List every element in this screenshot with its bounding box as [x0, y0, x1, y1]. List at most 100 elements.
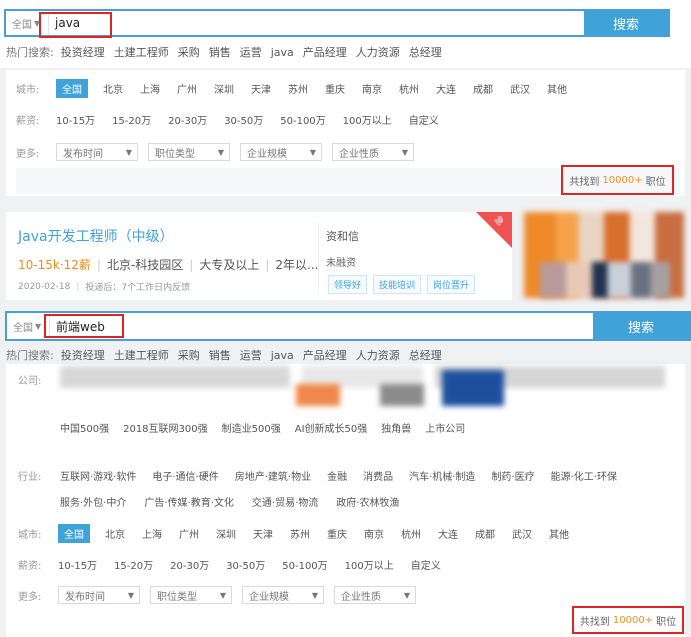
- industry-option[interactable]: 广告·传媒·教育·文化: [144, 494, 234, 509]
- salary-option[interactable]: 50-100万: [280, 112, 325, 127]
- city-option[interactable]: 杭州: [401, 526, 421, 541]
- city-option[interactable]: 深圳: [214, 81, 234, 96]
- publish-time-dropdown[interactable]: 发布时间 ▼: [58, 586, 140, 604]
- salary-option[interactable]: 20-30万: [170, 557, 209, 572]
- company-type-option[interactable]: 2018互联网300强: [123, 420, 208, 435]
- hot-keyword[interactable]: 运营: [240, 44, 262, 60]
- bottom-city-label: 全国: [13, 322, 33, 334]
- company-type-option[interactable]: 上市公司: [425, 420, 465, 435]
- hot-keyword[interactable]: java: [271, 349, 294, 362]
- city-option[interactable]: 天津: [253, 526, 273, 541]
- salary-option[interactable]: 100万以上: [345, 557, 394, 572]
- salary-option[interactable]: 15-20万: [112, 112, 151, 127]
- blurred-logo-orange: [296, 384, 340, 406]
- city-option[interactable]: 广州: [177, 81, 197, 96]
- publish-time-dropdown[interactable]: 发布时间 ▼: [56, 143, 138, 161]
- city-option[interactable]: 成都: [473, 81, 493, 96]
- company-size-dropdown[interactable]: 企业规模 ▼: [242, 586, 324, 604]
- company-name[interactable]: 资和信: [326, 228, 359, 244]
- found-number: 10000+: [602, 174, 643, 186]
- hot-keyword[interactable]: 人力资源: [356, 347, 400, 363]
- hot-keyword[interactable]: java: [271, 46, 294, 59]
- city-option[interactable]: 北京: [105, 526, 125, 541]
- city-option[interactable]: 深圳: [216, 526, 236, 541]
- hot-keyword[interactable]: 产品经理: [303, 44, 347, 60]
- city-option[interactable]: 苏州: [288, 81, 308, 96]
- city-option[interactable]: 南京: [364, 526, 384, 541]
- city-option[interactable]: 上海: [142, 526, 162, 541]
- top-search-button[interactable]: 搜索: [584, 11, 668, 35]
- job-title[interactable]: Java开发工程师（中级）: [18, 226, 174, 246]
- industry-option[interactable]: 服务·外包·中介: [60, 494, 126, 509]
- salary-option[interactable]: 自定义: [409, 112, 439, 127]
- hot-keyword[interactable]: 产品经理: [303, 347, 347, 363]
- dropdown-label: 企业规模: [247, 148, 287, 160]
- company-type-option[interactable]: AI创新成长50强: [295, 420, 368, 435]
- salary-option[interactable]: 20-30万: [168, 112, 207, 127]
- company-size-dropdown[interactable]: 企业规模 ▼: [240, 143, 322, 161]
- industry-option[interactable]: 金融: [327, 468, 347, 483]
- industry-option[interactable]: 交通·贸易·物流: [252, 494, 318, 509]
- hot-keyword[interactable]: 土建工程师: [114, 347, 169, 363]
- city-option[interactable]: 广州: [179, 526, 199, 541]
- dropdown-label: 职位类型: [155, 148, 195, 160]
- city-option[interactable]: 大连: [436, 81, 456, 96]
- company-type-option[interactable]: 制造业500强: [222, 420, 281, 435]
- city-option-active[interactable]: 全国: [58, 524, 90, 543]
- company-type-option[interactable]: 中国500强: [60, 420, 109, 435]
- salary-option[interactable]: 自定义: [411, 557, 441, 572]
- city-option[interactable]: 南京: [362, 81, 382, 96]
- industry-option[interactable]: 能源·化工·环保: [551, 468, 617, 483]
- salary-option[interactable]: 50-100万: [282, 557, 327, 572]
- top-search-input[interactable]: java: [48, 11, 584, 35]
- industry-option[interactable]: 汽车·机械·制造: [409, 468, 475, 483]
- hot-keyword[interactable]: 销售: [209, 347, 231, 363]
- divider: |: [189, 257, 194, 272]
- city-filter-label: 城市:: [16, 85, 40, 96]
- job-type-dropdown[interactable]: 职位类型 ▼: [150, 586, 232, 604]
- city-option[interactable]: 重庆: [325, 81, 345, 96]
- salary-option[interactable]: 10-15万: [56, 112, 95, 127]
- company-nature-dropdown[interactable]: 企业性质 ▼: [334, 586, 416, 604]
- salary-option[interactable]: 10-15万: [58, 557, 97, 572]
- company-type-option[interactable]: 独角兽: [381, 420, 411, 435]
- industry-option[interactable]: 房地产·建筑·物业: [235, 468, 311, 483]
- hot-keyword[interactable]: 总经理: [409, 347, 442, 363]
- city-option-active[interactable]: 全国: [56, 79, 88, 98]
- industry-option[interactable]: 互联网·游戏·软件: [60, 468, 136, 483]
- salary-option[interactable]: 100万以上: [343, 112, 392, 127]
- city-option[interactable]: 其他: [549, 526, 569, 541]
- industry-option[interactable]: 消费品: [363, 468, 393, 483]
- salary-option[interactable]: 30-50万: [224, 112, 263, 127]
- hot-keyword[interactable]: 销售: [209, 44, 231, 60]
- bottom-search-button[interactable]: 搜索: [593, 313, 689, 339]
- hot-keyword[interactable]: 采购: [178, 347, 200, 363]
- hot-keyword[interactable]: 总经理: [409, 44, 442, 60]
- city-option[interactable]: 其他: [547, 81, 567, 96]
- job-type-dropdown[interactable]: 职位类型 ▼: [148, 143, 230, 161]
- hot-keyword[interactable]: 投资经理: [61, 44, 105, 60]
- city-option[interactable]: 武汉: [510, 81, 530, 96]
- hot-keyword[interactable]: 运营: [240, 347, 262, 363]
- city-option[interactable]: 成都: [475, 526, 495, 541]
- hot-keyword[interactable]: 投资经理: [61, 347, 105, 363]
- city-option[interactable]: 重庆: [327, 526, 347, 541]
- industry-option[interactable]: 电子·通信·硬件: [152, 468, 218, 483]
- hot-keyword[interactable]: 人力资源: [356, 44, 400, 60]
- city-option[interactable]: 大连: [438, 526, 458, 541]
- city-option[interactable]: 北京: [103, 81, 123, 96]
- salary-option[interactable]: 30-50万: [226, 557, 265, 572]
- hot-keyword[interactable]: 采购: [178, 44, 200, 60]
- hot-keyword[interactable]: 土建工程师: [114, 44, 169, 60]
- industry-option[interactable]: 政府·农林牧渔: [336, 494, 399, 509]
- city-option[interactable]: 苏州: [290, 526, 310, 541]
- industry-option[interactable]: 制药·医疗: [491, 468, 534, 483]
- company-nature-dropdown[interactable]: 企业性质 ▼: [332, 143, 414, 161]
- city-option[interactable]: 武汉: [512, 526, 532, 541]
- city-option[interactable]: 杭州: [399, 81, 419, 96]
- bottom-search-input[interactable]: 前端web: [49, 313, 593, 339]
- city-option[interactable]: 上海: [140, 81, 160, 96]
- salary-option[interactable]: 15-20万: [114, 557, 153, 572]
- bottom-city-select[interactable]: 全国 ▼: [7, 319, 49, 334]
- city-option[interactable]: 天津: [251, 81, 271, 96]
